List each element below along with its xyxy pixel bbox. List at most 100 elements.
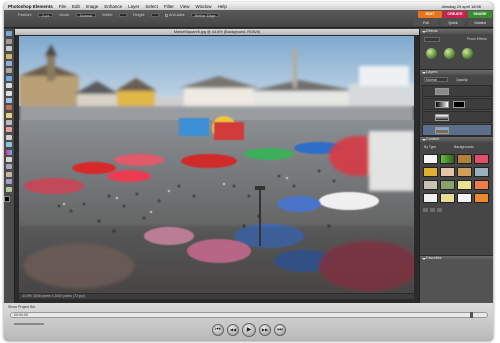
play-icon[interactable]: ▶ bbox=[242, 323, 256, 337]
document-title[interactable]: MarketSquare5.jpg @ 44.8% (Background, R… bbox=[15, 29, 419, 35]
width-field[interactable] bbox=[118, 13, 127, 17]
timeline-playhead[interactable] bbox=[470, 312, 473, 318]
rewind-start-icon[interactable]: ⏮ bbox=[212, 324, 224, 336]
content-thumbnail[interactable] bbox=[423, 167, 438, 177]
timeline-scrubber[interactable] bbox=[10, 312, 488, 318]
opacity-label: Opacity: bbox=[456, 78, 469, 82]
menu-enhance[interactable]: Enhance bbox=[104, 4, 122, 9]
height-label: Height: bbox=[132, 13, 145, 17]
paint-bucket-tool-icon[interactable] bbox=[6, 142, 12, 148]
layer-row[interactable] bbox=[422, 111, 492, 123]
zoom-tool-icon[interactable] bbox=[6, 38, 12, 44]
blend-mode-select[interactable]: Normal bbox=[424, 77, 448, 82]
toolbox bbox=[4, 29, 15, 303]
content-thumbnail[interactable] bbox=[440, 167, 455, 177]
effect-thumbnail-2[interactable] bbox=[444, 48, 455, 59]
antialias-label: Anti-alias bbox=[168, 13, 185, 17]
tab-edit[interactable]: EDIT bbox=[418, 11, 442, 18]
content-thumbnail[interactable] bbox=[440, 180, 455, 190]
lasso-tool-icon[interactable] bbox=[6, 68, 12, 74]
effects-panel: Photo Effects bbox=[420, 34, 493, 70]
healing-brush-tool-icon[interactable] bbox=[6, 112, 12, 118]
sponge-tool-icon[interactable] bbox=[6, 171, 12, 177]
content-thumbnail[interactable] bbox=[440, 154, 455, 164]
move-tool-icon[interactable] bbox=[6, 31, 12, 37]
content-thumbnail[interactable] bbox=[474, 180, 489, 190]
content-thumbnail[interactable] bbox=[457, 167, 472, 177]
antialias-toggle[interactable]: Anti-alias bbox=[164, 13, 185, 17]
shape-tool-icon[interactable] bbox=[6, 157, 12, 163]
content-thumbnail[interactable] bbox=[423, 180, 438, 190]
content-thumbnail[interactable] bbox=[440, 193, 455, 203]
content-sort-by[interactable]: By Type bbox=[424, 145, 436, 149]
menu-file[interactable]: File bbox=[59, 4, 66, 9]
mode-select[interactable]: Normal bbox=[75, 13, 97, 18]
content-action-icon[interactable] bbox=[437, 208, 442, 212]
clone-stamp-tool-icon[interactable] bbox=[6, 120, 12, 126]
menu-image[interactable]: Image bbox=[86, 4, 99, 9]
content-thumbnail[interactable] bbox=[457, 193, 472, 203]
layer-row[interactable] bbox=[422, 98, 492, 110]
antialias-checkbox[interactable] bbox=[164, 13, 168, 17]
favorites-panel-header[interactable]: Favorites bbox=[420, 256, 493, 261]
content-thumbnail[interactable] bbox=[474, 167, 489, 177]
effect-thumbnail-3[interactable] bbox=[462, 48, 473, 59]
mode-label: Mode: bbox=[59, 13, 70, 17]
layer-thumbnail bbox=[435, 88, 449, 95]
content-category[interactable]: Backgrounds bbox=[454, 145, 474, 149]
red-eye-tool-icon[interactable] bbox=[6, 105, 12, 111]
menu-select[interactable]: Select bbox=[145, 4, 158, 9]
color-swatches[interactable] bbox=[4, 195, 14, 206]
menu-help[interactable]: Help bbox=[218, 4, 227, 9]
menu-view[interactable]: View bbox=[180, 4, 190, 9]
tab-full[interactable]: Full bbox=[414, 20, 438, 26]
gradient-tool-icon[interactable] bbox=[6, 149, 12, 155]
step-back-icon[interactable]: ◀◀ bbox=[227, 324, 239, 336]
menu-window[interactable]: Window bbox=[196, 4, 212, 9]
zoom-slider[interactable] bbox=[14, 323, 44, 325]
layer-row-selected[interactable] bbox=[422, 124, 492, 136]
feather-field[interactable]: 0 px bbox=[38, 13, 54, 18]
effect-thumbnail-1[interactable] bbox=[426, 48, 437, 59]
blur-tool-icon[interactable] bbox=[6, 164, 12, 170]
step-forward-icon[interactable]: ▶▶ bbox=[259, 324, 271, 336]
content-thumbnail[interactable] bbox=[457, 154, 472, 164]
menu-edit[interactable]: Edit bbox=[72, 4, 80, 9]
layer-thumbnail bbox=[435, 127, 449, 134]
content-thumbnail[interactable] bbox=[423, 154, 438, 164]
eraser-tool-icon[interactable] bbox=[6, 127, 12, 133]
menu-filter[interactable]: Filter bbox=[164, 4, 174, 9]
tab-quick[interactable]: Quick bbox=[441, 20, 465, 26]
hand-tool-icon[interactable] bbox=[6, 46, 12, 52]
eyedropper-tool-icon[interactable] bbox=[6, 53, 12, 59]
layer-row[interactable] bbox=[422, 85, 492, 97]
content-thumbnail[interactable] bbox=[457, 180, 472, 190]
skip-end-icon[interactable]: ⏭ bbox=[274, 324, 286, 336]
content-action-icon[interactable] bbox=[423, 208, 428, 212]
brush-tool-icon[interactable] bbox=[6, 134, 12, 140]
height-field[interactable] bbox=[150, 13, 159, 17]
effects-filter-label[interactable]: Photo Effects bbox=[467, 37, 487, 41]
smudge-tool-icon[interactable] bbox=[6, 179, 12, 185]
content-panel: By Type Backgrounds bbox=[420, 142, 493, 256]
tab-guided[interactable]: Guided bbox=[468, 20, 492, 26]
menu-layer[interactable]: Layer bbox=[128, 4, 139, 9]
tab-share[interactable]: SHARE bbox=[468, 11, 492, 18]
marquee-tool-icon[interactable] bbox=[6, 60, 12, 66]
menu-app-name[interactable]: Photoshop Elements bbox=[8, 4, 53, 9]
crop-tool-icon[interactable] bbox=[6, 97, 12, 103]
content-action-icon[interactable] bbox=[430, 208, 435, 212]
content-thumbnail[interactable] bbox=[423, 193, 438, 203]
refine-edge-button[interactable]: Refine Edge bbox=[190, 13, 220, 18]
type-tool-icon[interactable] bbox=[6, 90, 12, 96]
show-project-bin-toggle[interactable]: Show Project Bin bbox=[8, 305, 35, 309]
content-thumbnail[interactable] bbox=[474, 193, 489, 203]
content-thumbnail[interactable] bbox=[474, 154, 489, 164]
tab-create[interactable]: CREATE bbox=[443, 11, 467, 18]
document-canvas[interactable] bbox=[19, 36, 414, 293]
effects-category-tabs[interactable] bbox=[424, 37, 440, 42]
foreground-color-swatch[interactable] bbox=[4, 195, 10, 202]
recompose-tool-icon[interactable] bbox=[6, 186, 12, 192]
selection-brush-tool-icon[interactable] bbox=[6, 83, 12, 89]
magic-wand-tool-icon[interactable] bbox=[6, 75, 12, 81]
